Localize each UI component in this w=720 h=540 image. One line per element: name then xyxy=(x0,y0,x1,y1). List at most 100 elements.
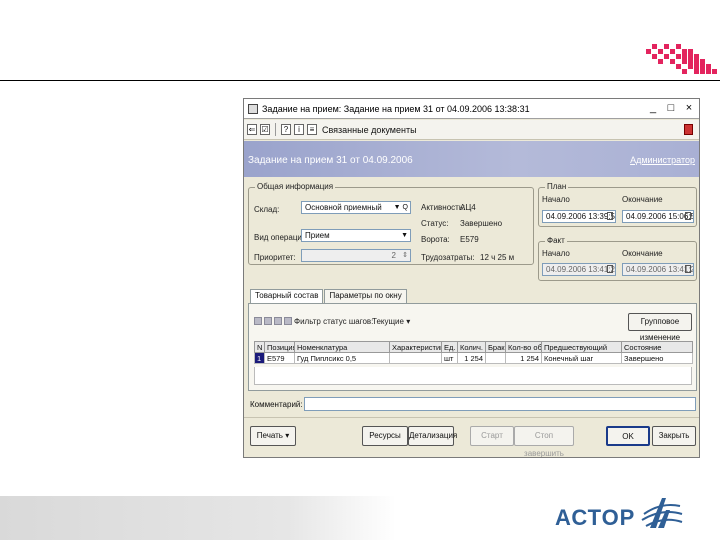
arrow-icon[interactable]: ⇐ xyxy=(247,124,257,135)
document-header: Задание на прием 31 от 04.09.2006 Админи… xyxy=(244,141,699,177)
column-header[interactable]: Состояние xyxy=(621,341,693,353)
maximize-button[interactable]: □ xyxy=(665,102,677,114)
fact-legend: Факт xyxy=(545,236,567,245)
plan-start-field[interactable]: 04.09.2006 13:39:53 xyxy=(542,210,616,223)
logo-pixel xyxy=(676,44,681,49)
delete-row-icon[interactable] xyxy=(274,317,282,325)
column-header[interactable]: Колич. xyxy=(457,341,486,353)
close-window-button[interactable]: × xyxy=(683,102,695,114)
logo-pixel xyxy=(676,54,681,59)
calendar-icon[interactable] xyxy=(685,212,691,220)
book-icon[interactable] xyxy=(684,124,693,135)
comment-input[interactable] xyxy=(304,397,696,411)
step-filter-select[interactable]: Текущие ▾ xyxy=(372,317,410,326)
dropdown-arrow-icon[interactable]: ▾ xyxy=(406,317,410,326)
grid-toolbar xyxy=(254,317,292,325)
labor-label: Трудозатраты: xyxy=(421,253,475,262)
warehouse-label: Склад: xyxy=(254,205,280,214)
calendar-icon[interactable] xyxy=(607,265,613,273)
close-button[interactable]: Закрыть xyxy=(652,426,696,446)
resources-button[interactable]: Ресурсы xyxy=(362,426,408,446)
tab-goods[interactable]: Товарный состав xyxy=(250,289,324,303)
table-cell[interactable]: Гуд Пиплсикс 0,5 xyxy=(294,352,390,364)
column-header[interactable]: Предшествующий xyxy=(541,341,622,353)
start-button[interactable]: Старт xyxy=(470,426,514,446)
warehouse-value: Основной приемный xyxy=(305,203,382,212)
table-cell[interactable]: 1 xyxy=(254,352,265,364)
table-row[interactable]: 1 E579 Гуд Пиплсикс 0,5 шт 1 254 1 254 Конечны… xyxy=(254,352,693,364)
dropdown-arrow-icon[interactable]: ▾ xyxy=(285,431,289,440)
fact-end-field[interactable]: 04.09.2006 13:41:23 xyxy=(622,263,694,276)
dropdown-arrow-icon[interactable]: ▼ Q xyxy=(394,202,408,213)
warehouse-select[interactable]: Основной приемный ▼ Q xyxy=(301,201,411,214)
logo-pixel xyxy=(712,69,717,74)
add-row-icon[interactable] xyxy=(254,317,262,325)
status-value: Завершено xyxy=(460,219,503,228)
document-title: Задание на прием 31 от 04.09.2006 xyxy=(248,155,413,166)
edit-row-icon[interactable] xyxy=(264,317,272,325)
column-header[interactable]: Кол-во обр. xyxy=(505,341,542,353)
column-header[interactable]: Характеристика xyxy=(389,341,442,353)
logo-pixel xyxy=(646,49,651,54)
plan-end-field[interactable]: 04.09.2006 15:06:53 xyxy=(622,210,694,223)
print-button[interactable]: Печать ▾ xyxy=(250,426,296,446)
checkbox-icon[interactable]: ☑ xyxy=(260,124,270,135)
toolbar-separator xyxy=(275,123,276,136)
column-header[interactable]: Позиция xyxy=(264,341,295,353)
fact-end-value: 04.09.2006 13:41:23 xyxy=(626,265,694,274)
details-button[interactable]: Детализация xyxy=(408,426,457,446)
gate-value: E579 xyxy=(460,235,479,244)
goods-table: NПозицияНоменклатураХарактеристикаЕд.Кол… xyxy=(254,341,693,364)
table-cell[interactable]: E579 xyxy=(264,352,295,364)
info-icon[interactable]: i xyxy=(294,124,304,135)
logo-pixel xyxy=(658,59,663,64)
plan-start-label: Начало xyxy=(542,195,570,204)
logo-pixel xyxy=(670,49,675,54)
table-cell[interactable]: 1 254 xyxy=(505,352,542,364)
table-cell[interactable] xyxy=(485,352,506,364)
activity-value: АЦ4 xyxy=(460,203,476,212)
table-cell[interactable] xyxy=(389,352,442,364)
table-cell[interactable]: Завершено xyxy=(621,352,693,364)
operation-select[interactable]: Прием ▼ xyxy=(301,229,411,242)
table-cell[interactable]: Конечный шаг xyxy=(541,352,622,364)
help-icon[interactable]: ? xyxy=(281,124,291,135)
dropdown-arrow-icon[interactable]: ▼ xyxy=(401,230,408,241)
user-link[interactable]: Администратор xyxy=(630,155,695,165)
status-label: Статус: xyxy=(421,219,449,228)
group-change-button[interactable]: Групповое изменение xyxy=(628,313,692,342)
logo-pixel xyxy=(694,69,699,74)
column-header[interactable]: N xyxy=(254,341,265,353)
logo-pixel xyxy=(682,59,687,64)
slide-divider xyxy=(0,80,720,81)
calendar-icon[interactable] xyxy=(685,265,691,273)
logo-pixel xyxy=(664,44,669,49)
table-cell[interactable]: шт xyxy=(441,352,458,364)
ok-button[interactable]: OK xyxy=(606,426,650,446)
column-header[interactable]: Брак xyxy=(485,341,506,353)
column-header[interactable]: Ед. xyxy=(441,341,458,353)
calendar-icon[interactable] xyxy=(607,212,613,220)
logo-pixel xyxy=(670,59,675,64)
finish-button[interactable]: Стоп завершить xyxy=(514,426,574,457)
column-header[interactable]: Номенклатура xyxy=(294,341,390,353)
minimize-button[interactable]: _ xyxy=(647,102,659,114)
fact-start-field[interactable]: 04.09.2006 13:41:23 xyxy=(542,263,616,276)
filter-icon[interactable] xyxy=(284,317,292,325)
related-docs-button[interactable]: Связанные документы xyxy=(322,125,417,135)
tab-window-params[interactable]: Параметры по окну xyxy=(324,289,407,303)
window-titlebar[interactable]: Задание на прием: Задание на прием 31 от… xyxy=(244,99,699,119)
table-header-row: NПозицияНоменклатураХарактеристикаЕд.Кол… xyxy=(254,341,693,353)
plan-legend: План xyxy=(545,182,569,191)
table-empty-area[interactable] xyxy=(254,367,692,385)
priority-field[interactable]: 2 ⇕ xyxy=(301,249,411,262)
pixel-pattern-logo xyxy=(640,44,720,74)
brand-name: АСТОР xyxy=(555,505,636,530)
fact-end-label: Окончание xyxy=(622,249,663,258)
bottom-button-bar: Печать ▾ Ресурсы Детализация Старт Стоп … xyxy=(244,417,699,457)
spinner-icon[interactable]: ⇕ xyxy=(402,250,408,261)
related-docs-icon[interactable]: ≡ xyxy=(307,124,317,135)
step-filter-label: Фильтр статус шагов: xyxy=(294,317,374,326)
table-cell[interactable]: 1 254 xyxy=(457,352,486,364)
plan-start-value: 04.09.2006 13:39:53 xyxy=(546,212,616,221)
